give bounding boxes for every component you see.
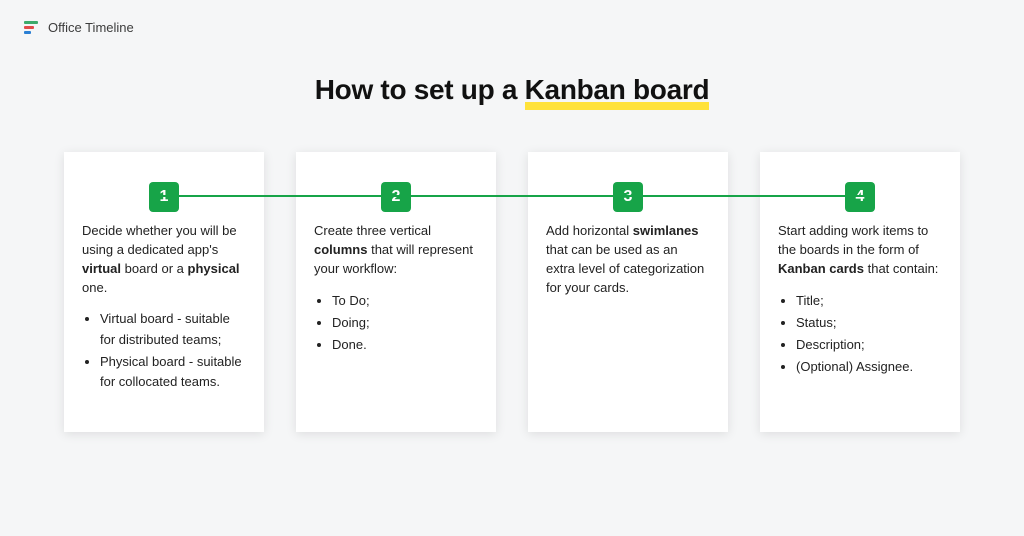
list-item: Description;	[796, 335, 942, 355]
title-highlight-wrapper: Kanban board	[525, 74, 710, 106]
step-bullets: Title;Status;Description;(Optional) Assi…	[778, 291, 942, 378]
step-badge: 2	[381, 182, 411, 212]
list-item: Title;	[796, 291, 942, 311]
step-connector-line	[160, 195, 870, 197]
step-badge: 1	[149, 182, 179, 212]
list-item: To Do;	[332, 291, 478, 311]
step-description: Create three vertical columns that will …	[314, 222, 478, 279]
brand-icon	[24, 21, 40, 35]
list-item: Doing;	[332, 313, 478, 333]
list-item: Physical board - suitable for collocated…	[100, 352, 246, 392]
step-description: Start adding work items to the boards in…	[778, 222, 942, 279]
step-badge: 4	[845, 182, 875, 212]
steps-row: 1 Decide whether you will be using a ded…	[0, 152, 1024, 432]
title-prefix: How to set up a	[315, 74, 525, 105]
title-highlight: Kanban board	[525, 74, 710, 105]
step-card-3: 3 Add horizontal swimlanes that can be u…	[528, 152, 728, 432]
list-item: (Optional) Assignee.	[796, 357, 942, 377]
step-card-1: 1 Decide whether you will be using a ded…	[64, 152, 264, 432]
step-badge: 3	[613, 182, 643, 212]
step-card-2: 2 Create three vertical columns that wil…	[296, 152, 496, 432]
list-item: Virtual board - suitable for distributed…	[100, 309, 246, 349]
step-description: Add horizontal swimlanes that can be use…	[546, 222, 710, 297]
step-card-4: 4 Start adding work items to the boards …	[760, 152, 960, 432]
step-bullets: Virtual board - suitable for distributed…	[82, 309, 246, 392]
list-item: Done.	[332, 335, 478, 355]
step-bullets: To Do;Doing;Done.	[314, 291, 478, 355]
brand-name: Office Timeline	[48, 20, 134, 35]
step-description: Decide whether you will be using a dedic…	[82, 222, 246, 297]
page-title: How to set up a Kanban board	[0, 74, 1024, 106]
list-item: Status;	[796, 313, 942, 333]
brand-logo: Office Timeline	[24, 20, 134, 35]
